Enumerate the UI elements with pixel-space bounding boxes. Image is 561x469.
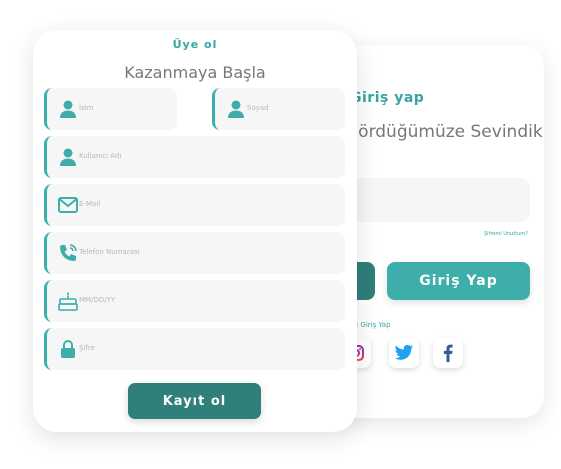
last-name-field[interactable]: Soyad [212,88,345,130]
user-icon [60,100,76,118]
cake-icon [58,292,78,311]
birthdate-placeholder: MM/DD/YY [79,296,116,304]
phone-icon [60,244,77,261]
login-button[interactable]: Giriş Yap [387,262,530,300]
register-card: Üye ol Kazanmaya Başla İsim Soyad Kullan… [33,30,357,432]
email-placeholder: E-Mail [79,200,101,208]
user-icon [60,148,76,166]
login-title: Giriş yap [350,90,425,106]
register-title: Üye ol [172,38,218,51]
login-card: Giriş yap Gördüğümüze Sevindik. Şifremi … [335,45,544,418]
birthdate-field[interactable]: MM/DD/YY [44,280,345,322]
facebook-icon[interactable] [433,338,463,368]
username-placeholder: Kullanıcı Adı [79,152,122,160]
first-name-placeholder: İsim [79,104,94,112]
password-field[interactable]: Şifre [44,328,345,370]
mail-icon [58,197,78,213]
register-button[interactable]: Kayıt ol [128,383,261,419]
password-placeholder: Şifre [79,344,95,352]
user-icon [228,100,244,118]
twitter-icon[interactable] [389,338,419,368]
login-welcome-text: Gördüğümüze Sevindik. [345,122,544,142]
lock-icon [61,340,75,358]
phone-field[interactable]: Telefon Numarası [44,232,345,274]
register-subtitle: Kazanmaya Başla [124,63,266,82]
password-input-login[interactable] [335,178,530,222]
email-field[interactable]: E-Mail [44,184,345,226]
first-name-field[interactable]: İsim [44,88,177,130]
phone-placeholder: Telefon Numarası [79,248,140,256]
last-name-placeholder: Soyad [247,104,269,112]
forgot-password-link[interactable]: Şifremi Unuttum? [484,231,528,237]
username-field[interactable]: Kullanıcı Adı [44,136,345,178]
